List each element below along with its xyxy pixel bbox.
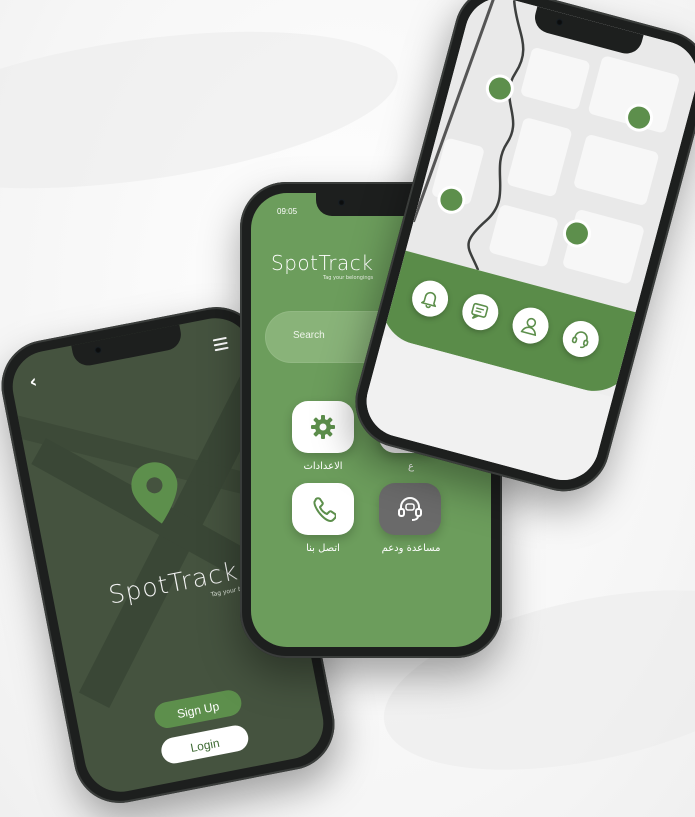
front-camera — [338, 199, 345, 206]
map-screen — [358, 0, 695, 489]
settings-tile[interactable] — [292, 401, 354, 453]
phone-icon — [313, 497, 336, 522]
contact-us-tile-label: اتصل بنا — [306, 543, 340, 554]
list-tile-label: ع — [408, 461, 414, 472]
hamburger-menu-icon[interactable] — [212, 336, 230, 354]
support-button[interactable] — [558, 316, 603, 362]
hamburger-line — [214, 346, 229, 352]
hamburger-line — [212, 336, 227, 342]
login-button[interactable]: Login — [159, 723, 251, 766]
chevron-left-icon[interactable]: ‹ — [28, 371, 39, 393]
bell-icon — [420, 291, 437, 309]
help-support-tile-label: مساعدة ودعم — [381, 543, 441, 554]
mockup-stage: ‹ SpotTrack Tag your belongings Sign Up … — [0, 0, 695, 817]
gear-icon — [311, 415, 335, 439]
front-camera — [555, 17, 564, 27]
signup-button[interactable]: Sign Up — [152, 687, 244, 731]
contact-us-tile[interactable] — [292, 483, 354, 535]
hamburger-line — [213, 341, 228, 347]
support-headset-icon — [398, 497, 422, 521]
front-camera — [94, 345, 103, 355]
brand-name: SpotTrack — [271, 251, 374, 275]
messages-button[interactable] — [458, 290, 503, 335]
search-placeholder: Search — [293, 330, 325, 341]
support-headset-icon — [571, 331, 589, 349]
status-time: 09:05 — [277, 207, 298, 216]
profile-button[interactable] — [508, 303, 553, 348]
brand-tagline: Tag your belongings — [323, 275, 374, 281]
settings-tile-label: الاعدادات — [303, 461, 343, 472]
notifications-button[interactable] — [408, 276, 453, 321]
chat-icon — [471, 302, 489, 320]
help-support-tile[interactable] — [379, 483, 441, 535]
user-icon — [520, 317, 537, 337]
